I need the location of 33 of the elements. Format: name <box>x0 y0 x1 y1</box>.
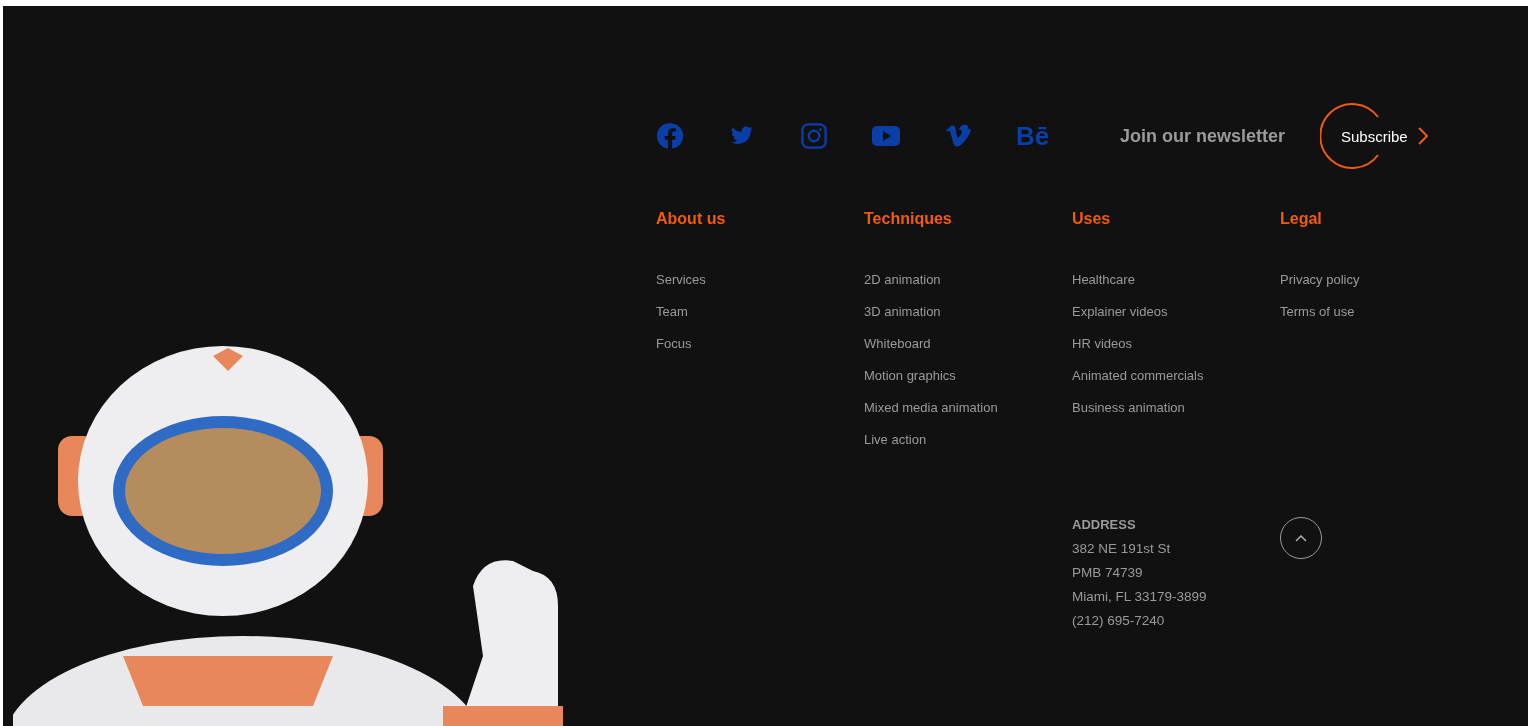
footer-link[interactable]: Terms of use <box>1280 302 1355 321</box>
address-line: 382 NE 191st St <box>1072 541 1171 556</box>
newsletter-label: Join our newsletter <box>1120 125 1287 147</box>
footer-link[interactable]: Services <box>656 270 706 289</box>
vimeo-icon[interactable] <box>944 124 972 148</box>
address-line: PMB 74739 <box>1072 565 1143 580</box>
address-line: Miami, FL 33179-3899 <box>1072 589 1207 604</box>
footer-link[interactable]: Team <box>656 302 688 321</box>
subscribe-button[interactable]: Subscribe <box>1320 102 1428 170</box>
youtube-icon[interactable] <box>872 126 900 146</box>
address-line: (212) 695-7240 <box>1072 613 1165 628</box>
column-heading: Legal <box>1280 210 1323 228</box>
chevron-right-icon <box>1417 127 1428 145</box>
footer-link[interactable]: 3D animation <box>864 302 941 321</box>
footer-link[interactable]: HR videos <box>1072 334 1132 353</box>
footer-link[interactable]: Focus <box>656 334 692 353</box>
footer-link[interactable]: 2D animation <box>864 270 941 289</box>
instagram-icon[interactable] <box>800 122 828 150</box>
column-heading: Techniques <box>864 210 953 228</box>
footer-link[interactable]: Business animation <box>1072 398 1185 417</box>
chevron-up-icon <box>1295 534 1307 542</box>
footer-link[interactable]: Motion graphics <box>864 366 956 385</box>
column-heading: Uses <box>1072 210 1112 228</box>
footer-link[interactable]: Healthcare <box>1072 270 1135 289</box>
footer-link[interactable]: Explainer videos <box>1072 302 1168 321</box>
footer-link[interactable]: Whiteboard <box>864 334 931 353</box>
footer-link[interactable]: Animated commercials <box>1072 366 1204 385</box>
column-heading: About us <box>656 210 727 228</box>
address-heading: ADDRESS <box>1072 517 1136 532</box>
footer-link[interactable]: Live action <box>864 430 927 449</box>
facebook-icon[interactable] <box>656 122 684 150</box>
footer-link[interactable]: Privacy policy <box>1280 270 1360 289</box>
footer-link[interactable]: Mixed media animation <box>864 398 998 417</box>
